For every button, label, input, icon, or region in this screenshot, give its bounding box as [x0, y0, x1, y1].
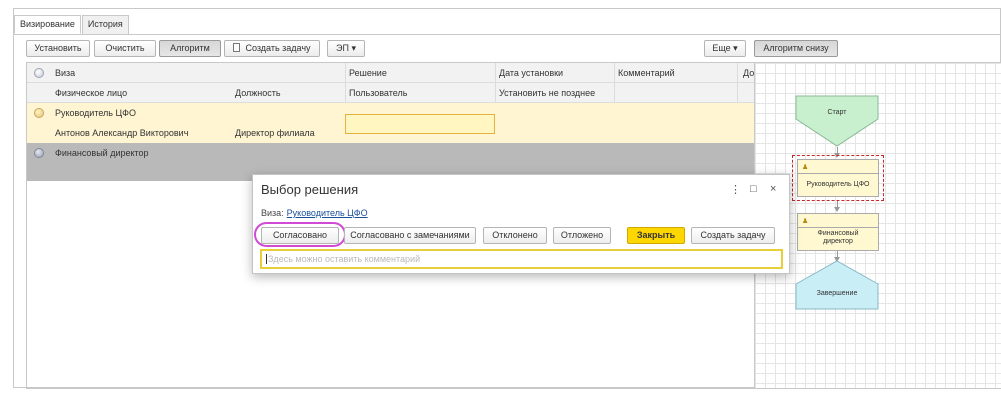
end-node[interactable] — [795, 260, 879, 310]
comment-placeholder: Здесь можно оставить комментарий — [268, 254, 421, 264]
create-task-label: Создать задачу — [245, 43, 311, 53]
table-header-row-2: Физическое лицо Должность Пользователь У… — [27, 83, 757, 103]
close-button[interactable]: Закрыть — [627, 227, 685, 244]
column-divider — [495, 63, 496, 103]
dialog-title: Выбор решения — [261, 182, 359, 197]
status-circle-icon — [34, 108, 44, 118]
column-divider — [737, 63, 738, 103]
user-icon: ♟ — [802, 218, 809, 225]
more-label: Еще — [712, 43, 731, 53]
step-cfo-label: Руководитель ЦФО — [806, 181, 870, 188]
approved-with-notes-button[interactable]: Согласовано с замечаниями — [344, 227, 476, 244]
approved-button[interactable]: Согласовано — [261, 227, 339, 244]
row-viza: Финансовый директор — [55, 148, 149, 158]
node-divider — [798, 227, 878, 228]
node-divider — [798, 173, 878, 174]
dialog-viza: Виза: Руководитель ЦФО — [261, 208, 368, 218]
arrow-icon — [834, 207, 840, 212]
viza-label: Виза: — [261, 208, 284, 218]
col-person: Физическое лицо — [55, 88, 128, 98]
col-user: Пользователь — [349, 88, 408, 98]
tab-history[interactable]: История — [81, 15, 129, 34]
document-icon — [233, 43, 241, 52]
close-icon[interactable]: × — [770, 183, 776, 195]
text-caret — [266, 254, 267, 264]
start-node[interactable] — [795, 95, 879, 147]
dropdown-arrow-icon: ▾ — [730, 43, 738, 53]
maximize-icon[interactable]: □ — [750, 183, 757, 195]
col-position: Должность — [235, 88, 281, 98]
tab-vizirovanie[interactable]: Визирование — [14, 15, 81, 34]
ep-label: ЭП — [336, 43, 349, 53]
algorithm-below-button[interactable]: Алгоритм снизу — [754, 40, 838, 57]
algorithm-diagram: Старт ♟ Руководитель ЦФО ♟ Финансовый ди… — [754, 62, 1001, 389]
create-task-button[interactable]: Создать задачу — [224, 40, 320, 57]
row-person: Антонов Александр Викторович — [55, 128, 189, 138]
table-header-row-1: Виза Решение Дата установки Комментарий … — [27, 63, 757, 83]
user-icon: ♟ — [802, 164, 809, 171]
set-button[interactable]: Установить — [26, 40, 90, 57]
col-set-date: Дата установки — [499, 68, 564, 78]
col-comment: Комментарий — [618, 68, 675, 78]
viza-link[interactable]: Руководитель ЦФО — [287, 208, 368, 218]
decision-dialog: Выбор решения ⋮ □ × Виза: Руководитель ЦФ… — [252, 174, 790, 274]
start-label: Старт — [827, 109, 847, 116]
create-task-button[interactable]: Создать задачу — [691, 227, 775, 244]
status-circle-icon — [34, 68, 44, 78]
menu-icon[interactable]: ⋮ — [730, 183, 741, 196]
algorithm-button[interactable]: Алгоритм — [159, 40, 221, 57]
col-viza: Виза — [55, 68, 76, 78]
more-dropdown[interactable]: Еще ▾ — [704, 40, 746, 57]
status-circle-icon — [34, 148, 44, 158]
column-divider — [345, 63, 346, 103]
postponed-button[interactable]: Отложено — [553, 227, 611, 244]
clear-button[interactable]: Очистить — [94, 40, 156, 57]
tab-bar: Визирование История — [14, 15, 130, 34]
dropdown-arrow-icon: ▾ — [348, 43, 356, 53]
step-node-fin-director[interactable]: ♟ Финансовый директор — [797, 213, 879, 251]
rejected-button[interactable]: Отклонено — [483, 227, 547, 244]
row-position: Директор филиала — [235, 128, 315, 138]
decision-cell-input[interactable] — [345, 114, 495, 134]
end-label: Завершение — [816, 290, 858, 297]
ep-dropdown[interactable]: ЭП ▾ — [327, 40, 365, 57]
comment-input[interactable]: Здесь можно оставить комментарий — [260, 249, 783, 269]
col-decision: Решение — [349, 68, 387, 78]
row-viza: Руководитель ЦФО — [55, 108, 136, 118]
step-fin-director-label: Финансовый директор — [817, 230, 859, 245]
column-divider — [614, 63, 615, 103]
tab-divider — [14, 34, 1000, 35]
col-deadline: Установить не позднее — [499, 88, 596, 98]
step-node-cfo[interactable]: ♟ Руководитель ЦФО — [797, 159, 879, 197]
